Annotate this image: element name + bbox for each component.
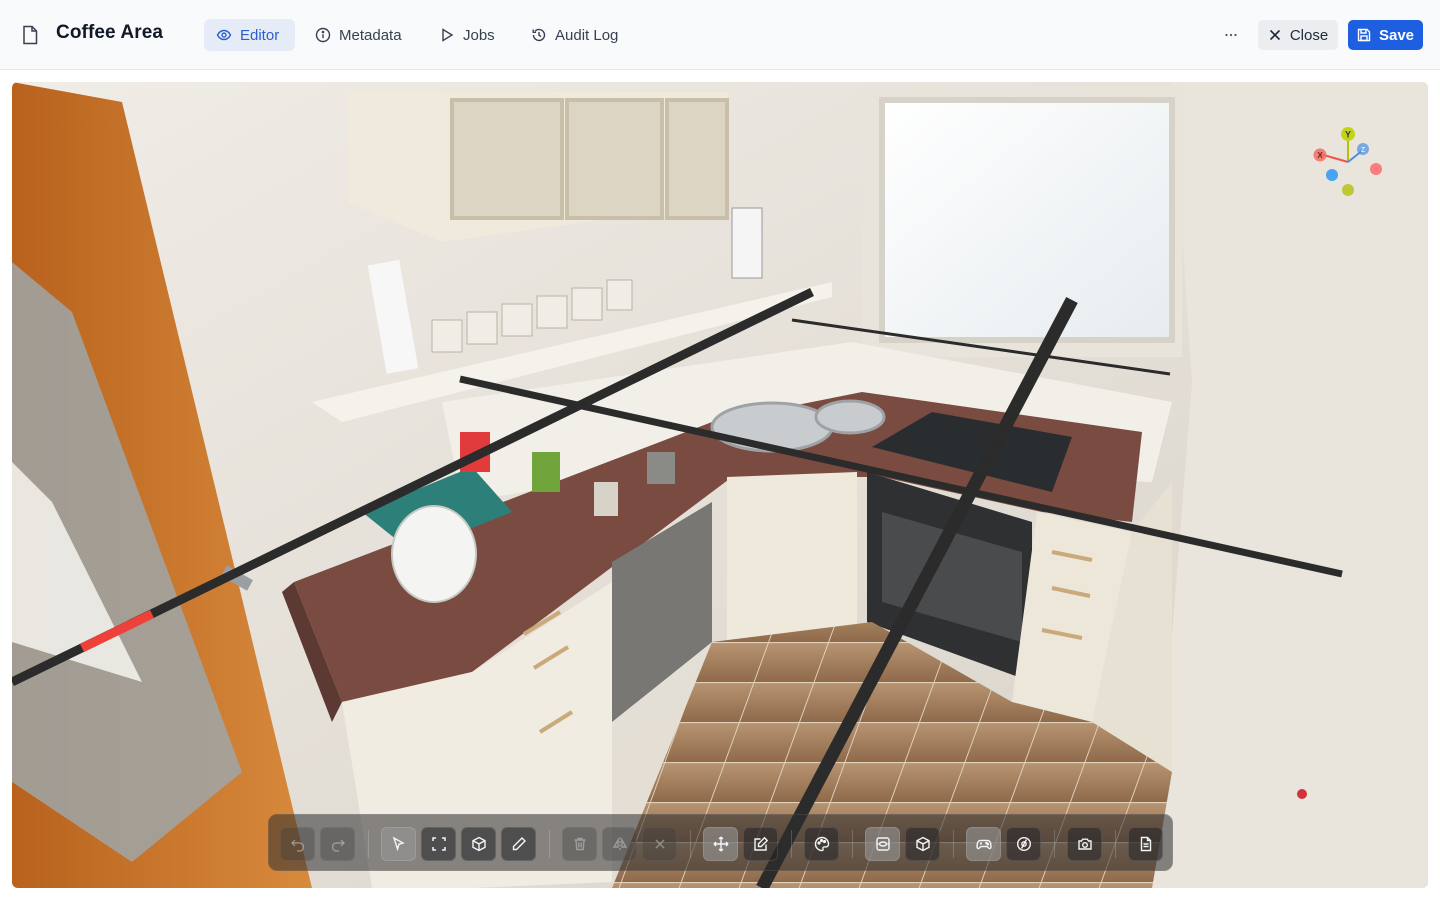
close-button-label: Close bbox=[1289, 26, 1329, 44]
document-icon bbox=[23, 25, 38, 45]
frame-selection-button[interactable] bbox=[421, 827, 456, 861]
camera-icon bbox=[1077, 838, 1092, 850]
tab-jobs-label: Jobs bbox=[463, 26, 495, 44]
mesh-view-button[interactable] bbox=[905, 827, 940, 861]
close-icon bbox=[1269, 29, 1280, 41]
save-icon bbox=[1357, 28, 1371, 42]
splat-view-button[interactable] bbox=[865, 827, 900, 861]
box-icon bbox=[471, 836, 486, 852]
select-tool-button[interactable] bbox=[381, 827, 416, 861]
draw-tool-button[interactable] bbox=[501, 827, 536, 861]
orbit-icon bbox=[1016, 836, 1031, 852]
mirror-button[interactable] bbox=[602, 827, 637, 861]
page-title: Coffee Area bbox=[56, 22, 164, 43]
gizmo-x-label: X bbox=[1317, 151, 1323, 160]
undo-button[interactable] bbox=[280, 827, 315, 861]
more-horizontal-icon bbox=[1225, 33, 1237, 37]
close-button[interactable]: Close bbox=[1258, 20, 1338, 50]
tab-editor[interactable]: Editor bbox=[204, 19, 295, 51]
toolbar-separator bbox=[690, 830, 691, 858]
history-icon bbox=[532, 28, 546, 42]
scan-icon bbox=[875, 837, 890, 851]
flip-icon bbox=[612, 837, 627, 851]
tab-metadata[interactable]: Metadata bbox=[303, 19, 414, 51]
redo-button[interactable] bbox=[320, 827, 355, 861]
document-icon bbox=[1140, 836, 1151, 852]
play-icon bbox=[442, 28, 454, 42]
toolbar-separator bbox=[953, 830, 954, 858]
toolbar-separator bbox=[852, 830, 853, 858]
pencil-icon bbox=[512, 837, 526, 851]
edit-properties-button[interactable] bbox=[743, 827, 778, 861]
tab-audit-log-label: Audit Log bbox=[555, 26, 619, 44]
toolbar-separator bbox=[368, 830, 369, 858]
add-box-button[interactable] bbox=[461, 827, 496, 861]
tab-editor-label: Editor bbox=[240, 26, 280, 44]
info-icon bbox=[315, 27, 331, 43]
x-icon bbox=[654, 839, 665, 849]
clear-button[interactable] bbox=[642, 827, 677, 861]
axis-gizmo[interactable]: Y X Z bbox=[1308, 122, 1388, 202]
gizmo-z-label: Z bbox=[1361, 147, 1366, 154]
toolbar-separator bbox=[1115, 830, 1116, 858]
kitchen-scene bbox=[12, 82, 1428, 888]
report-button[interactable] bbox=[1128, 827, 1163, 861]
move-tool-button[interactable] bbox=[703, 827, 738, 861]
game-mode-button[interactable] bbox=[966, 827, 1001, 861]
tab-audit-log[interactable]: Audit Log bbox=[519, 19, 630, 51]
toolbar-separator bbox=[791, 830, 792, 858]
toolbar-separator bbox=[1054, 830, 1055, 858]
orbit-button[interactable] bbox=[1006, 827, 1041, 861]
screenshot-button[interactable] bbox=[1067, 827, 1102, 861]
toolbar-separator bbox=[549, 830, 550, 858]
tab-metadata-label: Metadata bbox=[339, 26, 402, 44]
frame-icon bbox=[431, 837, 446, 851]
eye-icon bbox=[216, 29, 232, 41]
save-button[interactable]: Save bbox=[1348, 20, 1423, 50]
appearance-button[interactable] bbox=[804, 827, 839, 861]
delete-button[interactable] bbox=[562, 827, 597, 861]
trash-icon bbox=[574, 837, 585, 851]
gamepad-icon bbox=[975, 839, 992, 850]
redo-icon bbox=[331, 839, 345, 852]
edit-square-icon bbox=[753, 836, 768, 851]
editor-toolbar bbox=[268, 814, 1173, 871]
more-options-button[interactable] bbox=[1215, 21, 1247, 49]
palette-icon bbox=[814, 836, 829, 852]
cursor-icon bbox=[392, 836, 405, 852]
scene-viewport[interactable]: Y X Z bbox=[12, 82, 1428, 888]
tab-jobs[interactable]: Jobs bbox=[427, 19, 507, 51]
save-button-label: Save bbox=[1378, 26, 1415, 44]
gizmo-y-label: Y bbox=[1345, 130, 1351, 140]
top-header: Coffee Area Editor Metadata Jobs Audit L… bbox=[0, 0, 1440, 70]
cube-icon bbox=[915, 836, 930, 852]
move-icon bbox=[713, 836, 728, 852]
undo-icon bbox=[290, 839, 304, 852]
